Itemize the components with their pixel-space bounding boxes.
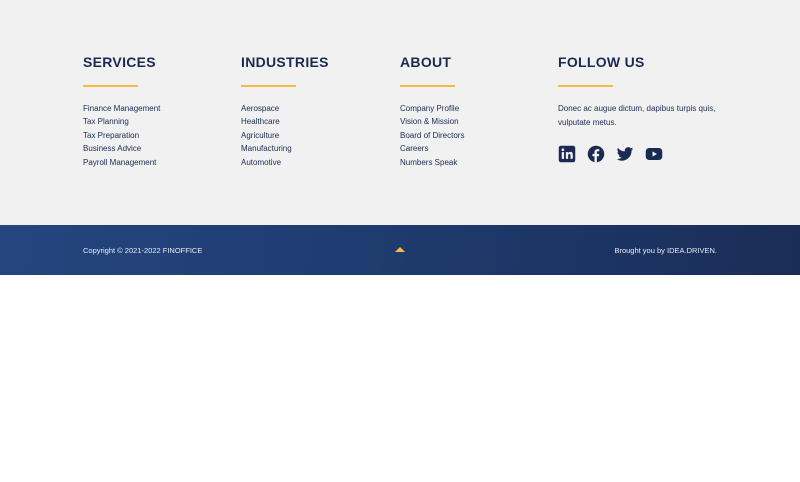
link-tax-preparation[interactable]: Tax Preparation <box>83 129 233 142</box>
heading-underline <box>83 85 138 87</box>
heading-underline <box>558 85 613 87</box>
link-careers[interactable]: Careers <box>400 142 550 155</box>
twitter-icon[interactable] <box>616 145 634 163</box>
services-links: Finance Management Tax Planning Tax Prep… <box>83 102 233 169</box>
about-column: ABOUT Company Profile Vision & Mission B… <box>400 52 550 169</box>
credit-text: Brought you by IDEA.DRIVEN. <box>614 246 717 255</box>
facebook-icon[interactable] <box>587 145 605 163</box>
link-numbers-speak[interactable]: Numbers Speak <box>400 156 550 169</box>
services-heading: SERVICES <box>83 54 156 70</box>
heading-underline <box>400 85 455 87</box>
link-tax-planning[interactable]: Tax Planning <box>83 115 233 128</box>
linkedin-icon[interactable] <box>558 145 576 163</box>
link-finance-management[interactable]: Finance Management <box>83 102 233 115</box>
link-automotive[interactable]: Automotive <box>241 156 391 169</box>
industries-column: INDUSTRIES Aerospace Healthcare Agricult… <box>241 52 391 169</box>
heading-underline <box>241 85 296 87</box>
copyright-text: Copyright © 2021-2022 FINOFFICE <box>83 246 203 255</box>
social-links <box>558 145 728 163</box>
link-vision-mission[interactable]: Vision & Mission <box>400 115 550 128</box>
footer-bottom-bar: Copyright © 2021-2022 FINOFFICE Brought … <box>0 225 800 275</box>
industries-links: Aerospace Healthcare Agriculture Manufac… <box>241 102 391 169</box>
link-aerospace[interactable]: Aerospace <box>241 102 391 115</box>
about-heading: ABOUT <box>400 54 452 70</box>
link-business-advice[interactable]: Business Advice <box>83 142 233 155</box>
link-agriculture[interactable]: Agriculture <box>241 129 391 142</box>
link-healthcare[interactable]: Healthcare <box>241 115 391 128</box>
link-payroll-management[interactable]: Payroll Management <box>83 156 233 169</box>
about-links: Company Profile Vision & Mission Board o… <box>400 102 550 169</box>
footer-top: SERVICES Finance Management Tax Planning… <box>0 0 800 225</box>
follow-column: FOLLOW US Donec ac augue dictum, dapibus… <box>558 52 728 163</box>
services-column: SERVICES Finance Management Tax Planning… <box>83 52 233 169</box>
follow-heading: FOLLOW US <box>558 54 645 70</box>
follow-description: Donec ac augue dictum, dapibus turpis qu… <box>558 104 716 127</box>
youtube-icon[interactable] <box>645 145 663 163</box>
scroll-to-top-icon[interactable] <box>395 247 405 252</box>
industries-heading: INDUSTRIES <box>241 54 329 70</box>
link-board-of-directors[interactable]: Board of Directors <box>400 129 550 142</box>
link-manufacturing[interactable]: Manufacturing <box>241 142 391 155</box>
link-company-profile[interactable]: Company Profile <box>400 102 550 115</box>
